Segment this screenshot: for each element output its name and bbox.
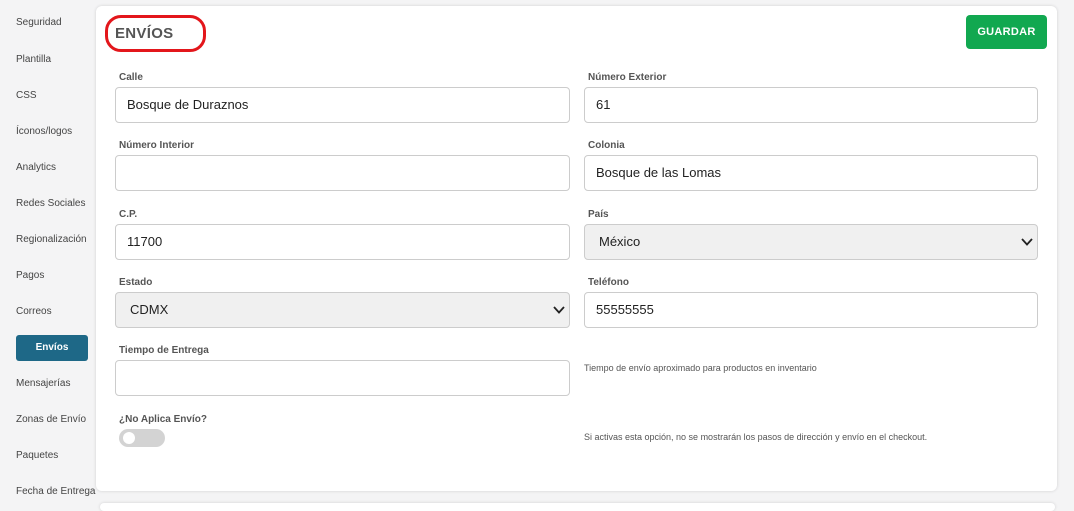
page-title: ENVÍOS [115,25,174,42]
tiempo-entrega-help: Tiempo de envío aproximado para producto… [584,363,817,373]
numero-interior-label: Número Interior [119,140,195,151]
cp-label: C.P. [119,209,138,220]
calle-input[interactable]: Bosque de Duraznos [115,87,570,123]
telefono-input[interactable]: 55555555 [584,292,1038,328]
save-button[interactable]: GUARDAR [966,15,1047,49]
pais-select[interactable]: México [584,224,1038,260]
sidebar-item-plantilla[interactable]: Plantilla [16,54,51,65]
sidebar-item-paquetes[interactable]: Paquetes [16,450,58,461]
numero-exterior-input[interactable]: 61 [584,87,1038,123]
calle-label: Calle [119,72,143,83]
sidebar-item-iconos-logos[interactable]: Íconos/logos [16,126,72,137]
sidebar-item-analytics[interactable]: Analytics [16,162,56,173]
tiempo-entrega-label: Tiempo de Entrega [119,345,209,356]
numero-interior-input[interactable] [115,155,570,191]
no-aplica-envio-label: ¿No Aplica Envío? [119,414,207,425]
shipping-settings-card: ENVÍOS GUARDAR Calle Bosque de Duraznos … [96,6,1057,491]
tiempo-entrega-input[interactable] [115,360,570,396]
estado-label: Estado [119,277,153,288]
sidebar-item-seguridad[interactable]: Seguridad [16,17,62,28]
sidebar-item-envios[interactable]: Envíos [16,335,88,361]
estado-select[interactable]: CDMX [115,292,570,328]
colonia-label: Colonia [588,140,625,151]
sidebar-item-zonas-de-envio[interactable]: Zonas de Envío [16,414,86,425]
numero-exterior-label: Número Exterior [588,72,667,83]
next-card-edge [100,503,1055,511]
sidebar-item-css[interactable]: CSS [16,90,37,101]
sidebar-item-correos[interactable]: Correos [16,306,52,317]
pais-label: País [588,209,609,220]
estado-selected-value: CDMX [130,302,169,317]
no-aplica-envio-help: Si activas esta opción, no se mostrarán … [584,432,928,442]
sidebar-item-mensajerias[interactable]: Mensajerías [16,378,70,389]
sidebar-item-redes-sociales[interactable]: Redes Sociales [16,198,85,209]
sidebar-item-regionalizacion[interactable]: Regionalización [16,234,87,245]
no-aplica-envio-toggle[interactable] [119,429,165,447]
settings-sidebar: Seguridad Plantilla CSS Íconos/logos Ana… [0,0,96,508]
pais-selected-value: México [599,234,641,249]
sidebar-item-pagos[interactable]: Pagos [16,270,44,281]
toggle-knob [123,432,135,444]
chevron-down-icon [553,306,565,314]
sidebar-item-fecha-de-entrega[interactable]: Fecha de Entrega [16,486,96,497]
chevron-down-icon [1021,238,1033,246]
cp-input[interactable]: 11700 [115,224,570,260]
colonia-input[interactable]: Bosque de las Lomas [584,155,1038,191]
telefono-label: Teléfono [588,277,629,288]
